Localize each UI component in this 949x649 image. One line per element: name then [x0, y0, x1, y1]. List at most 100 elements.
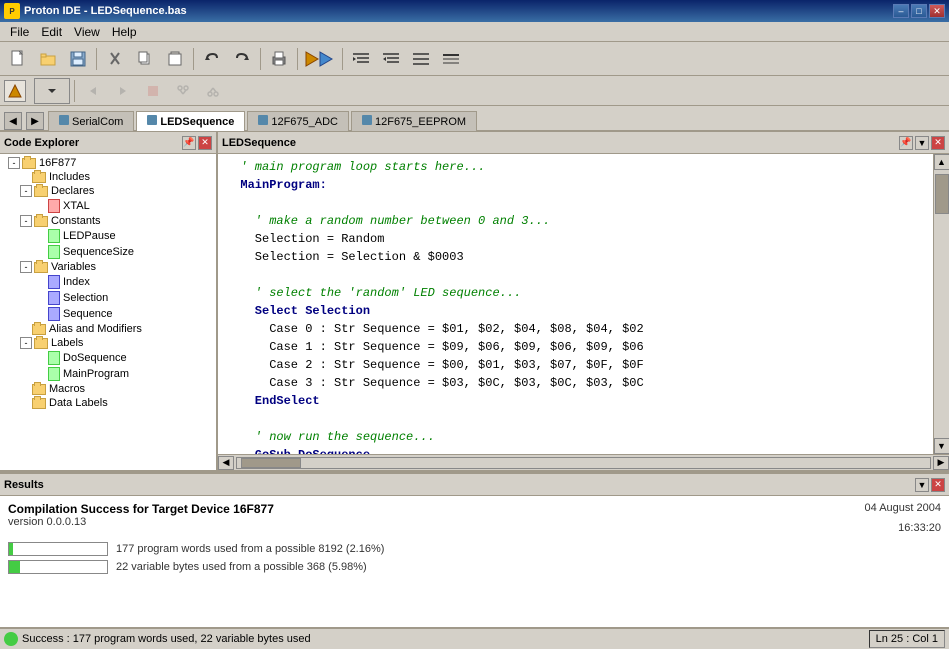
- results-panel: Results ▼ ✕ Compilation Success for Targ…: [0, 472, 949, 627]
- hscroll-right-button[interactable]: ▶: [933, 456, 949, 470]
- ed-close[interactable]: ✕: [931, 136, 945, 150]
- tb2-fwd[interactable]: [109, 78, 137, 104]
- window-controls: – □ ✕: [893, 4, 945, 18]
- code-line-1: ' main program loop starts here...: [226, 158, 925, 176]
- folder-icon-declares: [34, 186, 48, 197]
- menu-edit[interactable]: Edit: [35, 23, 68, 41]
- window-title: Proton IDE - LEDSequence.bas: [24, 5, 187, 17]
- redo-button[interactable]: [228, 46, 256, 72]
- expand-labels[interactable]: -: [20, 337, 32, 349]
- save-button[interactable]: [64, 46, 92, 72]
- folder-icon-variables: [34, 262, 48, 273]
- tab-back-button[interactable]: ◀: [4, 112, 22, 130]
- tb2-back[interactable]: [79, 78, 107, 104]
- tb2-scissors[interactable]: [169, 78, 197, 104]
- tree-item-macros[interactable]: Macros: [0, 382, 216, 396]
- label-mainprogram: MainProgram: [63, 368, 129, 380]
- results-buttons: ▼ ✕: [915, 478, 945, 492]
- results-close[interactable]: ✕: [931, 478, 945, 492]
- tree-item-sequencesize[interactable]: SequenceSize: [0, 244, 216, 260]
- code-explorer-panel: Code Explorer 📌 ✕ - 16F877 Includes: [0, 132, 218, 470]
- hscroll-left-button[interactable]: ◀: [218, 456, 234, 470]
- results-dropdown[interactable]: ▼: [915, 478, 929, 492]
- tree-item-selection[interactable]: Selection: [0, 290, 216, 306]
- new-button[interactable]: [4, 46, 32, 72]
- menu-file[interactable]: File: [4, 23, 35, 41]
- tree-item-datalabels[interactable]: Data Labels: [0, 396, 216, 410]
- label-declares: Declares: [51, 185, 94, 197]
- main-content: Code Explorer 📌 ✕ - 16F877 Includes: [0, 132, 949, 472]
- copy-button[interactable]: [131, 46, 159, 72]
- paste-button[interactable]: [161, 46, 189, 72]
- tree-item-16f877[interactable]: - 16F877: [0, 156, 216, 170]
- compilation-result: Compilation Success for Target Device 16…: [8, 502, 274, 516]
- hscroll-thumb[interactable]: [241, 458, 301, 468]
- tree-item-ledpause[interactable]: LEDPause: [0, 228, 216, 244]
- ed-dropdown[interactable]: ▼: [915, 136, 929, 150]
- tab-serialcom[interactable]: SerialCom: [48, 111, 134, 131]
- file-icon-xtal: [48, 199, 60, 213]
- code-line-16: ' now run the sequence...: [226, 428, 925, 446]
- expand-button[interactable]: [407, 46, 435, 72]
- progress-bar-2: [8, 560, 108, 574]
- statusbar: Success : 177 program words used, 22 var…: [0, 627, 949, 649]
- scroll-down-button[interactable]: ▼: [934, 438, 949, 454]
- undo-button[interactable]: [198, 46, 226, 72]
- tb2-stop[interactable]: [139, 78, 167, 104]
- open-button[interactable]: [34, 46, 62, 72]
- tree-item-constants[interactable]: - Constants: [0, 214, 216, 228]
- code-line-6: Selection = Selection & $0003: [226, 248, 925, 266]
- tree-item-includes[interactable]: Includes: [0, 170, 216, 184]
- tab-fwd-button[interactable]: ▶: [26, 112, 44, 130]
- tree-item-sequence[interactable]: Sequence: [0, 306, 216, 322]
- expand-variables[interactable]: -: [20, 261, 32, 273]
- indent-button[interactable]: [347, 46, 375, 72]
- tree-item-declares[interactable]: - Declares: [0, 184, 216, 198]
- label-constants: Constants: [51, 215, 101, 227]
- tb2-dropdown[interactable]: [34, 78, 70, 104]
- titlebar: P Proton IDE - LEDSequence.bas – □ ✕: [0, 0, 949, 22]
- folder-icon-alias: [32, 324, 46, 335]
- editor-hscrollbar[interactable]: ◀ ▶: [218, 454, 949, 470]
- file-icon-index: [48, 275, 60, 289]
- menu-help[interactable]: Help: [106, 23, 143, 41]
- tab-12f675-adc[interactable]: 12F675_ADC: [247, 111, 349, 131]
- label-datalabels: Data Labels: [49, 397, 108, 409]
- scroll-thumb[interactable]: [935, 174, 949, 214]
- menu-view[interactable]: View: [68, 23, 106, 41]
- cut-button[interactable]: [101, 46, 129, 72]
- compile-button[interactable]: [302, 46, 338, 72]
- expand-16f877[interactable]: -: [8, 157, 20, 169]
- scroll-track[interactable]: [934, 170, 949, 438]
- tb2-btn1[interactable]: [4, 80, 26, 102]
- ce-pin-button[interactable]: 📌: [182, 136, 196, 150]
- minimize-button[interactable]: –: [893, 4, 909, 18]
- maximize-button[interactable]: □: [911, 4, 927, 18]
- hscroll-track[interactable]: [236, 457, 931, 469]
- code-line-8: ' select the 'random' LED sequence...: [226, 284, 925, 302]
- scroll-up-button[interactable]: ▲: [934, 154, 949, 170]
- expand-constants[interactable]: -: [20, 215, 32, 227]
- outdent-button[interactable]: [377, 46, 405, 72]
- close-button[interactable]: ✕: [929, 4, 945, 18]
- app-icon: P: [4, 3, 20, 19]
- tree-item-xtal[interactable]: XTAL: [0, 198, 216, 214]
- expand-declares[interactable]: -: [20, 185, 32, 197]
- ed-btn1[interactable]: 📌: [899, 136, 913, 150]
- secondary-toolbar: [0, 76, 949, 106]
- tab-12f675-eeprom[interactable]: 12F675_EEPROM: [351, 111, 477, 131]
- tree-item-index[interactable]: Index: [0, 274, 216, 290]
- tree-item-variables[interactable]: - Variables: [0, 260, 216, 274]
- tb2-scissors2[interactable]: [199, 78, 227, 104]
- ce-close-button[interactable]: ✕: [198, 136, 212, 150]
- collapse-button[interactable]: [437, 46, 465, 72]
- tree-item-dosequence[interactable]: DoSequence: [0, 350, 216, 366]
- code-explorer-tree: - 16F877 Includes - Declares: [0, 154, 216, 470]
- separator-5: [342, 48, 343, 70]
- tree-item-mainprogram[interactable]: MainProgram: [0, 366, 216, 382]
- tree-item-alias[interactable]: Alias and Modifiers: [0, 322, 216, 336]
- tree-item-labels[interactable]: - Labels: [0, 336, 216, 350]
- tab-ledsequence[interactable]: LEDSequence: [136, 111, 245, 131]
- code-content[interactable]: ' main program loop starts here... MainP…: [218, 154, 933, 454]
- print-button[interactable]: [265, 46, 293, 72]
